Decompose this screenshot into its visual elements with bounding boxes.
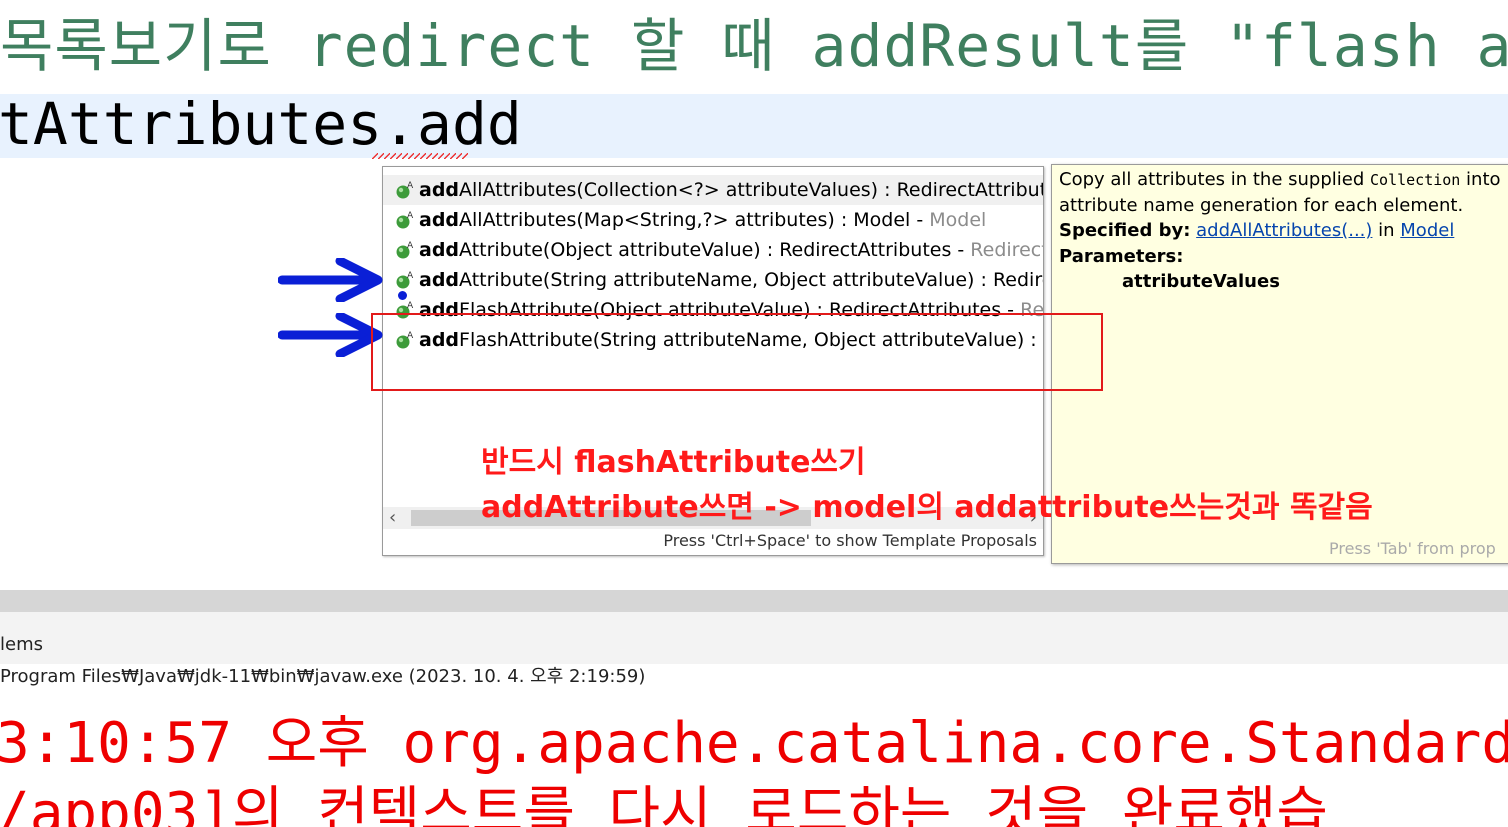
error-squiggle bbox=[372, 153, 468, 159]
annotation-note-2: addAttribute쓰면 -> model의 addattribute쓰는것… bbox=[481, 490, 1373, 525]
svg-text:A: A bbox=[407, 181, 414, 191]
highlight-box bbox=[371, 313, 1103, 391]
public-method-icon: A bbox=[396, 271, 414, 289]
pane-divider[interactable] bbox=[0, 590, 1508, 612]
proposal-prefix: add bbox=[419, 239, 460, 261]
proposal-addAllAttributes-map[interactable]: AaddAllAttributes(Map<String,?> attribut… bbox=[383, 205, 1043, 235]
proposal-qualifier: RedirectAttribu bbox=[970, 239, 1043, 261]
console-output[interactable]: 3:10:57 오후 org.apache.catalina.core.Stan… bbox=[0, 690, 1508, 827]
proposal-signature: Attribute(Object attributeValue) : Redir… bbox=[459, 239, 971, 261]
public-method-icon: A bbox=[396, 181, 414, 199]
view-tab-bar bbox=[0, 612, 1508, 664]
console-line: /app03]의 컨텍스트를 다시 로드하는 것을 완료했습 bbox=[0, 781, 1328, 827]
svg-text:A: A bbox=[407, 241, 414, 251]
annotation-note-1: 반드시 flashAttribute쓰기 bbox=[481, 445, 866, 480]
proposal-qualifier: Model bbox=[929, 209, 987, 231]
doc-params-label: Parameters: bbox=[1059, 246, 1184, 267]
svg-text:A: A bbox=[407, 301, 414, 311]
blue-dot bbox=[398, 291, 407, 300]
proposal-prefix: add bbox=[419, 179, 460, 201]
doc-description-line1: Copy all attributes in the supplied Coll… bbox=[1059, 169, 1501, 190]
doc-specified-by: Specified by: addAllAttributes(...) in M… bbox=[1059, 220, 1455, 241]
svg-text:A: A bbox=[407, 211, 414, 221]
comment-line: 목록보기로 redirect 할 때 addResult를 "flash att bbox=[0, 12, 1508, 80]
current-line[interactable]: tAttributes.add bbox=[0, 90, 1508, 158]
doc-status-text: Press 'Tab' from prop bbox=[1329, 539, 1496, 558]
proposal-addAttribute-object[interactable]: AaddAttribute(Object attributeValue) : R… bbox=[383, 235, 1043, 265]
specified-method-link[interactable]: addAllAttributes(...) bbox=[1196, 220, 1372, 241]
public-method-icon: A bbox=[396, 211, 414, 229]
blue-arrow-1 bbox=[278, 258, 383, 302]
proposal-addAttribute-string[interactable]: AaddAttribute(String attributeName, Obje… bbox=[383, 265, 1043, 295]
assist-status-text: Press 'Ctrl+Space' to show Template Prop… bbox=[663, 531, 1037, 550]
proposal-signature: AllAttributes(Map<String,?> attributes) … bbox=[459, 209, 930, 231]
proposal-prefix: add bbox=[419, 209, 460, 231]
proposal-addAllAttributes[interactable]: AaddAllAttributes(Collection<?> attribut… bbox=[383, 175, 1043, 205]
code-text: tAttributes.add bbox=[0, 90, 522, 158]
console-title: Program Files₩Java₩jdk-11₩bin₩javaw.exe … bbox=[0, 664, 1508, 691]
doc-description-line2: attribute name generation for each eleme… bbox=[1059, 195, 1464, 216]
svg-text:A: A bbox=[407, 271, 414, 281]
scroll-left-icon[interactable]: ‹ bbox=[389, 507, 396, 529]
console-line: 3:10:57 오후 org.apache.catalina.core.Stan… bbox=[0, 711, 1508, 776]
proposal-signature: AllAttributes(Collection<?> attributeVal… bbox=[459, 179, 1043, 201]
blue-arrow-2 bbox=[278, 313, 383, 357]
public-method-icon: A bbox=[396, 241, 414, 259]
proposal-prefix: add bbox=[419, 269, 460, 291]
specified-class-link[interactable]: Model bbox=[1400, 220, 1454, 241]
doc-param: attributeValues bbox=[1122, 271, 1280, 292]
tab-problems[interactable]: lems bbox=[0, 634, 43, 656]
proposal-signature: Attribute(String attributeName, Object a… bbox=[459, 269, 1043, 291]
